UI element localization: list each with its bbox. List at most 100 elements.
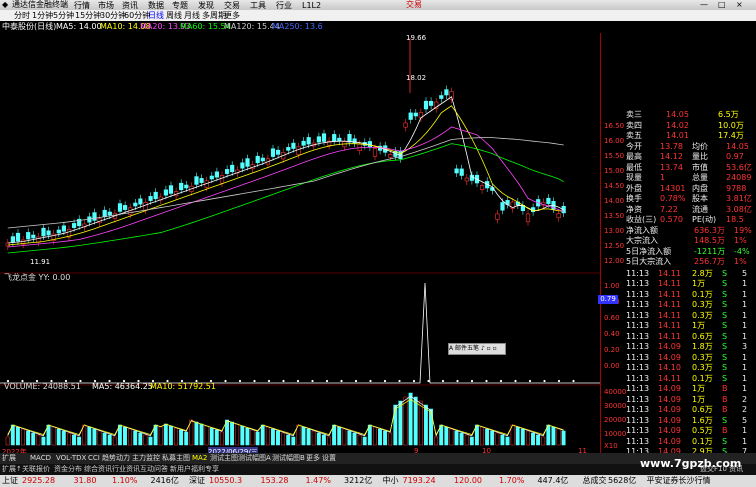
stat-value: 13.78 [660,141,683,151]
candle [179,182,184,191]
tick-time: 11:13 [626,310,650,320]
period-tab-daily[interactable]: 日线 [148,10,164,21]
quote-row: 11:13 14.09 0.3万 S 1 [622,353,756,363]
quote-row: 11:13 14.10 0.3万 S 1 [622,363,756,373]
func-industry-news[interactable]: 行业资讯 [112,464,140,475]
tab-macd[interactable]: MACD [30,453,51,464]
quote-row: 外盘 14301 内盘 9788 [622,184,756,194]
period-tab-1min[interactable]: 1分钟 [32,10,53,21]
tick-vol: 0.3万 [692,300,713,309]
volume-bar [36,434,41,446]
status-item: 2925.28 [22,476,56,485]
tab-cci[interactable]: CCI [88,453,100,464]
status-item: 120.00 [454,476,482,485]
tick-count: 5 [742,415,748,425]
indicator-current-value: 0.79 [598,295,618,304]
quote-row: 今开 13.78 均价 14.05 [622,142,756,152]
period-tab-monthly[interactable]: 月线 [184,10,200,21]
stat-value: 3.08亿 [726,204,752,214]
tab-test-a[interactable]: 测试幅图A [238,453,271,464]
minimize-icon[interactable]: — [700,0,708,10]
indicator-line [0,282,600,384]
menu-l1l2[interactable]: L1L2 [302,0,321,11]
func-related-quotes[interactable]: 关联报价 [22,464,50,475]
tick-time: 11:13 [626,331,650,341]
tick-side: S [722,352,728,362]
tab-vol-tdx[interactable]: VOL-TDX [56,453,86,464]
menu-trade[interactable]: 交易 [224,0,240,11]
candle [255,155,260,164]
tab-ma2[interactable]: MA2 [192,453,207,464]
indicator-dot [282,379,285,383]
tab-trend[interactable]: 趋势动力 [102,453,130,464]
period-tab-weekly[interactable]: 周线 [166,10,182,21]
volume-bar [556,428,561,446]
period-tab-60min[interactable]: 60分钟 [124,10,150,21]
menu-data[interactable]: 数据 [148,0,164,11]
tick-side: S [722,321,728,330]
func-fund-distribution[interactable]: 资金分布 [54,464,82,475]
candle [168,185,174,194]
maximize-icon[interactable]: □ [718,0,726,10]
tick-count: 1 [742,289,748,299]
tab-main-monitor[interactable]: 主力监控 [132,453,160,464]
volume-ma5: MA5: 46364.25 [92,382,153,391]
period-tab-multi[interactable]: 多周期 [202,10,226,21]
menu-tools[interactable]: 工具 [250,0,266,11]
volume-bar [5,436,10,446]
status-item: 5628亿 [608,476,637,485]
period-tab-5min[interactable]: 5分钟 [53,10,74,21]
menu-topics[interactable]: 专题 [172,0,188,11]
menu-discover[interactable]: 发现 [198,0,214,11]
func-news[interactable]: 综合资讯 [84,464,112,475]
period-tab-30min[interactable]: 30分钟 [100,10,126,21]
menu-quotes[interactable]: 行情 [74,0,90,11]
stat-label: PE(动) [692,215,717,224]
volume-bar [26,430,31,446]
ime-popup[interactable]: A 邮件五笔 ♪ ▫ ▫ [448,343,506,355]
volume-bar [184,431,189,446]
func-qa[interactable]: 互动问答 [140,464,168,475]
candle [117,203,123,212]
stat-label: 现量 [626,173,642,182]
period-tab-intraday[interactable]: 分时 [14,10,30,21]
indicator-dot [557,379,561,383]
stat-value: 14301 [660,183,686,193]
volume-bar [260,424,265,446]
trade-link[interactable]: 交易 [406,0,422,10]
tab-test-main[interactable]: 测试主图 [210,453,238,464]
volume-bar [500,434,505,446]
high-marker: 19.66 [406,34,427,42]
quote-row: 最低 13.74 市值 53.6亿 [622,163,756,173]
flow-value: 636.3万 [694,225,725,235]
tick-vol: 0.5万 [692,426,713,435]
period-tab-15min[interactable]: 15分钟 [75,10,101,21]
tick-count: 1 [742,373,748,383]
quote-row: 净资 7.22 流通 3.08亿 [622,205,756,215]
tab-settings[interactable]: 设置 [322,453,336,464]
stat-value: 53.6亿 [726,162,752,172]
flow-label: 5日大宗流入 [626,257,672,266]
candle [15,232,21,242]
ime-extra[interactable]: ♪ ▫ ▫ [481,345,497,352]
candle [92,212,97,221]
tab-extend[interactable]: 扩展 [2,453,16,464]
func-new-user[interactable]: 新用户福利专享 [170,464,219,475]
period-tab-more[interactable]: 更多 [224,10,240,21]
volume-bar [199,423,204,446]
volume-bar [51,426,56,446]
tab-private-main[interactable]: 私募主图 [162,453,190,464]
stat-label: 收益(三) [626,215,657,224]
flow-value: 148.5万 [694,236,725,245]
close-icon[interactable]: × [736,0,743,10]
func-extend[interactable]: 扩展↑ [2,464,22,475]
menu-market[interactable]: 市场 [98,0,114,11]
indicator-dot [224,379,227,383]
menu-news[interactable]: 资讯 [122,0,138,11]
tab-more[interactable]: 更多 [306,453,320,464]
candle [123,205,128,210]
kline-chart[interactable] [0,33,600,453]
tab-test-b[interactable]: 测试幅图B [272,453,305,464]
volume-bar [31,432,36,446]
menu-industry[interactable]: 行业 [276,0,292,11]
